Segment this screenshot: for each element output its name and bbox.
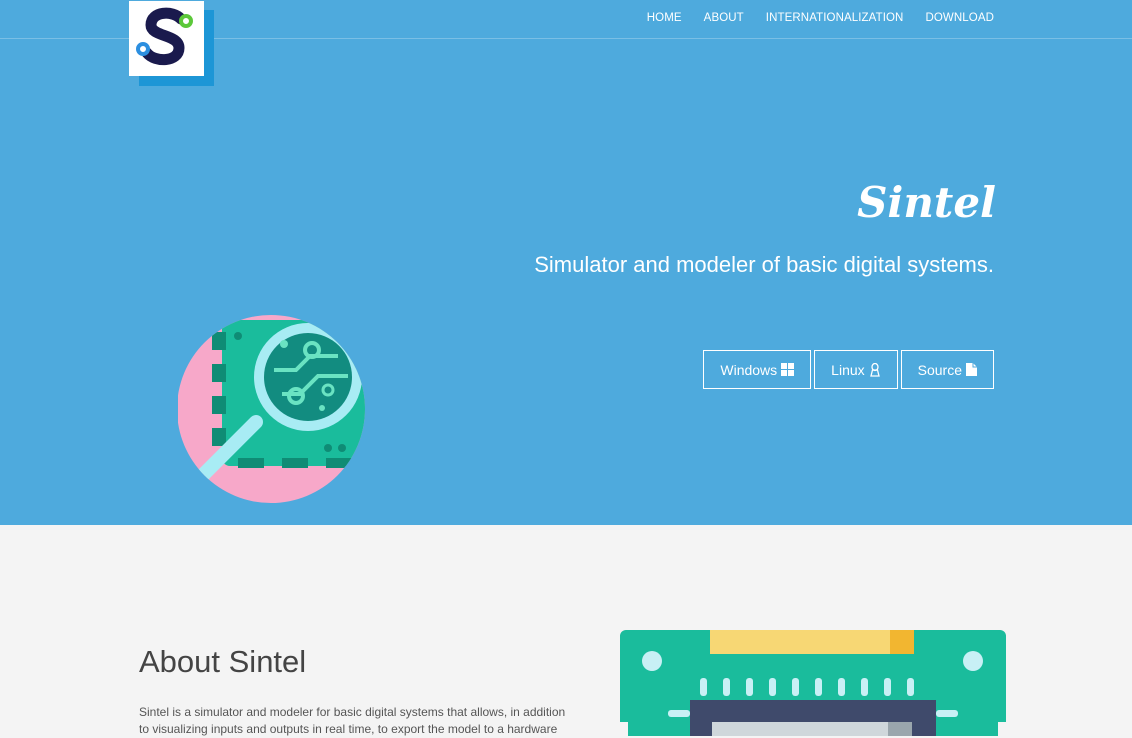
circuit-board-illustration (620, 630, 1006, 736)
windows-download-button[interactable]: Windows (703, 350, 812, 389)
nav-about-link[interactable]: ABOUT (704, 12, 744, 24)
nav-internationalization-link[interactable]: INTERNATIONALIZATION (766, 12, 904, 24)
logo-s-icon (136, 7, 193, 66)
windows-button-label: Windows (720, 361, 778, 378)
nav-download-link[interactable]: DOWNLOAD (925, 12, 994, 24)
file-icon (966, 363, 977, 376)
site-logo[interactable] (129, 1, 204, 76)
linux-tux-icon (869, 362, 880, 377)
linux-download-button[interactable]: Linux (814, 350, 898, 389)
linux-button-label: Linux (831, 361, 865, 378)
source-download-button[interactable]: Source (900, 350, 994, 389)
tagline: Simulator and modeler of basic digital s… (534, 252, 994, 277)
brand-title: Sintel (857, 178, 996, 227)
download-buttons: Windows Linux Source (703, 350, 994, 389)
hero-section: HOME ABOUT INTERNATIONALIZATION DOWNLOAD… (0, 0, 1132, 525)
main-nav: HOME ABOUT INTERNATIONALIZATION DOWNLOAD (647, 12, 994, 24)
source-button-label: Source (917, 361, 962, 378)
about-description: Sintel is a simulator and modeler for ba… (139, 705, 566, 736)
windows-icon (781, 363, 795, 376)
about-heading: About Sintel (139, 644, 307, 679)
circuit-magnifier-illustration (178, 315, 365, 503)
nav-home-link[interactable]: HOME (647, 12, 682, 24)
